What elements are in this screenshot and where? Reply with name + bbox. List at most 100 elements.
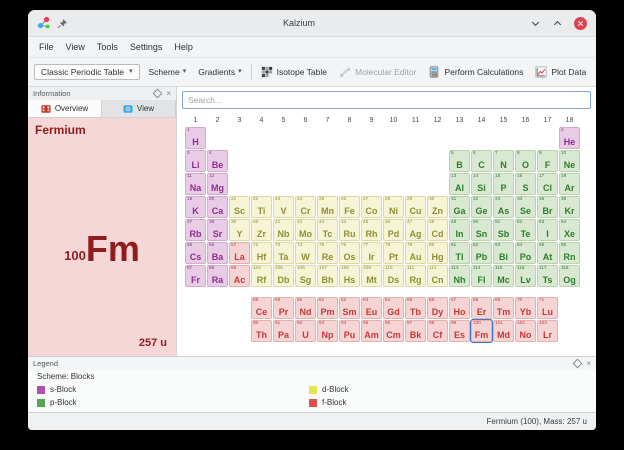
- element-Er[interactable]: 68Er: [471, 297, 492, 319]
- element-Al[interactable]: 13Al: [449, 173, 470, 195]
- menu-item-settings[interactable]: Settings: [124, 40, 169, 54]
- search-input[interactable]: [182, 91, 591, 109]
- element-Fe[interactable]: 26Fe: [339, 196, 360, 218]
- element-Os[interactable]: 76Os: [339, 242, 360, 264]
- element-Ni[interactable]: 28Ni: [383, 196, 404, 218]
- element-Pa[interactable]: 91Pa: [273, 320, 294, 342]
- element-Cr[interactable]: 24Cr: [295, 196, 316, 218]
- element-Ts[interactable]: 117Ts: [537, 265, 558, 287]
- close-panel-icon[interactable]: ×: [166, 90, 171, 98]
- element-Cs[interactable]: 55Cs: [185, 242, 206, 264]
- element-Dy[interactable]: 66Dy: [427, 297, 448, 319]
- element-Rn[interactable]: 86Rn: [559, 242, 580, 264]
- element-Np[interactable]: 93Np: [317, 320, 338, 342]
- element-Tm[interactable]: 69Tm: [493, 297, 514, 319]
- tab-view[interactable]: View: [102, 100, 176, 117]
- element-Mg[interactable]: 12Mg: [207, 173, 228, 195]
- float-panel-icon[interactable]: [574, 360, 581, 367]
- element-Be[interactable]: 4Be: [207, 150, 228, 172]
- element-Ru[interactable]: 44Ru: [339, 219, 360, 241]
- element-Nh[interactable]: 113Nh: [449, 265, 470, 287]
- float-panel-icon[interactable]: [154, 90, 161, 97]
- element-Ac[interactable]: 89Ac: [229, 265, 250, 287]
- element-K[interactable]: 19K: [185, 196, 206, 218]
- element-Nd[interactable]: 60Nd: [295, 297, 316, 319]
- minimize-button[interactable]: [530, 18, 541, 29]
- element-Db[interactable]: 105Db: [273, 265, 294, 287]
- element-Bh[interactable]: 107Bh: [317, 265, 338, 287]
- element-Hg[interactable]: 80Hg: [427, 242, 448, 264]
- element-Li[interactable]: 3Li: [185, 150, 206, 172]
- element-B[interactable]: 5B: [449, 150, 470, 172]
- element-Tc[interactable]: 43Tc: [317, 219, 338, 241]
- element-Mn[interactable]: 25Mn: [317, 196, 338, 218]
- element-He[interactable]: 2He: [559, 127, 580, 149]
- element-Cn[interactable]: 112Cn: [427, 265, 448, 287]
- element-Md[interactable]: 101Md: [493, 320, 514, 342]
- element-I[interactable]: 53I: [537, 219, 558, 241]
- maximize-button[interactable]: [552, 18, 563, 29]
- pin-icon[interactable]: [57, 18, 68, 29]
- element-Tl[interactable]: 81Tl: [449, 242, 470, 264]
- element-Fr[interactable]: 87Fr: [185, 265, 206, 287]
- element-Y[interactable]: 39Y: [229, 219, 250, 241]
- menu-item-view[interactable]: View: [60, 40, 91, 54]
- table-type-select[interactable]: Classic Periodic Table ▾: [34, 64, 140, 80]
- element-No[interactable]: 102No: [515, 320, 536, 342]
- element-Bi[interactable]: 83Bi: [493, 242, 514, 264]
- element-At[interactable]: 85At: [537, 242, 558, 264]
- element-Th[interactable]: 90Th: [251, 320, 272, 342]
- molecular-editor-button[interactable]: Molecular Editor: [336, 64, 419, 80]
- element-As[interactable]: 33As: [493, 196, 514, 218]
- element-Mc[interactable]: 115Mc: [493, 265, 514, 287]
- element-Na[interactable]: 11Na: [185, 173, 206, 195]
- element-Pt[interactable]: 78Pt: [383, 242, 404, 264]
- element-Pm[interactable]: 61Pm: [317, 297, 338, 319]
- element-Te[interactable]: 52Te: [515, 219, 536, 241]
- element-Ag[interactable]: 47Ag: [405, 219, 426, 241]
- element-U[interactable]: 92U: [295, 320, 316, 342]
- element-Nb[interactable]: 41Nb: [273, 219, 294, 241]
- element-Ga[interactable]: 31Ga: [449, 196, 470, 218]
- element-Sb[interactable]: 51Sb: [493, 219, 514, 241]
- element-Sc[interactable]: 21Sc: [229, 196, 250, 218]
- element-Re[interactable]: 75Re: [317, 242, 338, 264]
- element-Pb[interactable]: 82Pb: [471, 242, 492, 264]
- element-Ca[interactable]: 20Ca: [207, 196, 228, 218]
- element-Ta[interactable]: 73Ta: [273, 242, 294, 264]
- element-Cl[interactable]: 17Cl: [537, 173, 558, 195]
- element-Cu[interactable]: 29Cu: [405, 196, 426, 218]
- element-Rh[interactable]: 45Rh: [361, 219, 382, 241]
- element-Se[interactable]: 34Se: [515, 196, 536, 218]
- element-Es[interactable]: 99Es: [449, 320, 470, 342]
- element-H[interactable]: 1H: [185, 127, 206, 149]
- element-Bk[interactable]: 97Bk: [405, 320, 426, 342]
- menu-item-file[interactable]: File: [33, 40, 60, 54]
- element-N[interactable]: 7N: [493, 150, 514, 172]
- element-Ti[interactable]: 22Ti: [251, 196, 272, 218]
- element-Co[interactable]: 27Co: [361, 196, 382, 218]
- element-Fm[interactable]: 100Fm: [471, 320, 492, 342]
- close-panel-icon[interactable]: ×: [586, 360, 591, 368]
- element-Sg[interactable]: 106Sg: [295, 265, 316, 287]
- element-P[interactable]: 15P: [493, 173, 514, 195]
- element-Pr[interactable]: 59Pr: [273, 297, 294, 319]
- element-Pu[interactable]: 94Pu: [339, 320, 360, 342]
- scheme-dropdown[interactable]: Scheme ▾: [146, 65, 190, 79]
- plot-data-button[interactable]: Plot Data: [532, 64, 589, 80]
- element-Po[interactable]: 84Po: [515, 242, 536, 264]
- element-W[interactable]: 74W: [295, 242, 316, 264]
- element-Cd[interactable]: 48Cd: [427, 219, 448, 241]
- element-Zr[interactable]: 40Zr: [251, 219, 272, 241]
- gradients-dropdown[interactable]: Gradients ▾: [195, 65, 244, 79]
- element-Zn[interactable]: 30Zn: [427, 196, 448, 218]
- element-Ba[interactable]: 56Ba: [207, 242, 228, 264]
- element-Ra[interactable]: 88Ra: [207, 265, 228, 287]
- isotope-table-button[interactable]: Isotope Table: [258, 64, 330, 80]
- element-Mt[interactable]: 109Mt: [361, 265, 382, 287]
- element-Gd[interactable]: 64Gd: [383, 297, 404, 319]
- element-Au[interactable]: 79Au: [405, 242, 426, 264]
- element-Kr[interactable]: 36Kr: [559, 196, 580, 218]
- element-Pd[interactable]: 46Pd: [383, 219, 404, 241]
- element-V[interactable]: 23V: [273, 196, 294, 218]
